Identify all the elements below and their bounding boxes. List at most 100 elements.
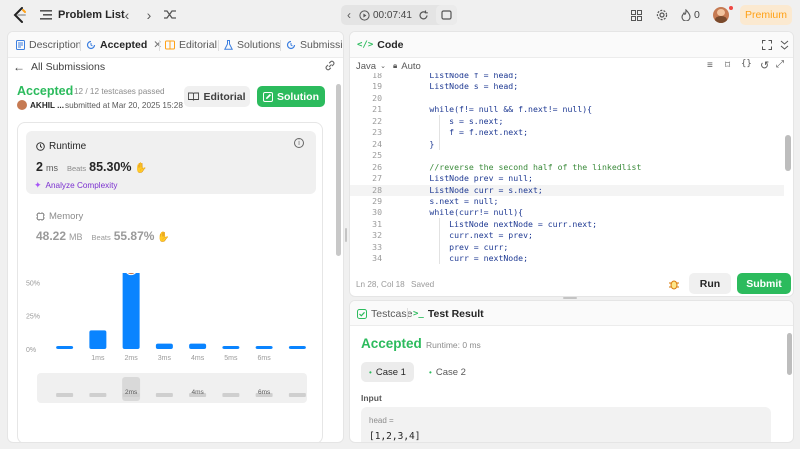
close-tab-icon[interactable]: ✕ — [153, 39, 162, 51]
runtime-beats: 85.30% — [89, 160, 132, 174]
info-icon[interactable]: i — [294, 138, 304, 148]
runtime-bar[interactable] — [122, 273, 140, 349]
tab-test-result[interactable]: >_ Test Result — [413, 301, 484, 326]
code-line[interactable]: 19 ListNode s = head; — [350, 81, 784, 93]
analyze-complexity-link[interactable]: ✦ Analyze Complexity — [34, 180, 117, 191]
code-line[interactable]: 18 ListNode f = head; — [350, 73, 784, 82]
code-line[interactable]: 23 f = f.next.next; — [350, 127, 784, 139]
submit-button[interactable]: Submit — [737, 273, 791, 294]
run-button[interactable]: Run — [689, 273, 731, 294]
runtime-box[interactable]: Runtime i 2 ms Beats 85.30% ✋ ✦ Analyze … — [26, 131, 316, 194]
note-button[interactable] — [436, 5, 457, 25]
user-avatar[interactable] — [17, 100, 27, 110]
horizontal-resize-handle[interactable] — [563, 297, 577, 299]
runtime-bar[interactable] — [155, 343, 173, 349]
code-line[interactable]: 26 //reverse the second half of the link… — [350, 162, 784, 174]
runtime-bar[interactable] — [89, 330, 107, 349]
code-text: s.next = null; — [390, 195, 499, 206]
bookmark-icon[interactable]: ⌑ — [725, 60, 730, 71]
line-number: 29 — [372, 195, 382, 206]
braces-icon[interactable]: {} — [741, 59, 752, 69]
maximize-icon[interactable] — [762, 40, 772, 50]
chevron-left-icon[interactable]: ‹ — [120, 7, 134, 23]
overview-bar — [155, 393, 173, 397]
link-icon[interactable] — [324, 60, 336, 71]
expand-icon[interactable]: ⤢ — [776, 59, 784, 70]
memory-stat[interactable]: 48.22 MB Beats 55.87% ✋ — [36, 229, 170, 243]
format-icon[interactable]: ≡ — [707, 60, 713, 71]
vertical-resize-handle[interactable] — [345, 228, 347, 242]
chevron-right-icon[interactable]: › — [142, 7, 156, 23]
checkbox-icon — [357, 308, 367, 319]
runtime-bar[interactable] — [222, 346, 240, 349]
tab-testcase[interactable]: Testcase — [357, 301, 412, 326]
tab-solutions[interactable]: Solutions — [224, 32, 280, 58]
language-label: Java — [356, 60, 377, 72]
list-icon — [40, 10, 52, 20]
range-overview[interactable] — [37, 373, 307, 403]
code-line[interactable]: 31 ListNode nextNode = curr.next; — [350, 219, 784, 231]
tab-solutions-label: Solutions — [237, 39, 281, 51]
code-line[interactable]: 33 prev = curr; — [350, 242, 784, 254]
y-tick-label: 25% — [26, 314, 40, 321]
left-scrollbar[interactable] — [336, 84, 341, 256]
tab-submissions[interactable]: Submissions — [286, 32, 343, 58]
editorial-button[interactable]: Editorial — [184, 86, 250, 107]
code-line[interactable]: 21 while(f!= null && f.next!= null){ — [350, 104, 784, 116]
runtime-bar[interactable] — [288, 346, 306, 349]
undo-icon[interactable]: ↺ — [760, 59, 769, 72]
code-line[interactable]: 27 ListNode prev = null; — [350, 173, 784, 185]
memory-header[interactable]: Memory — [36, 211, 83, 222]
solution-button[interactable]: Solution — [257, 86, 325, 107]
code-line[interactable]: 22 s = s.next; — [350, 116, 784, 128]
runtime-bar[interactable] — [255, 346, 273, 349]
line-number: 30 — [372, 207, 382, 218]
tab-editorial[interactable]: Editorial — [165, 32, 217, 58]
runtime-bar[interactable] — [189, 343, 207, 349]
chevron-left-icon[interactable]: ‹ — [341, 5, 357, 25]
problem-list-button[interactable]: Problem List — [40, 7, 125, 23]
submission-user[interactable]: AKHIL ... — [30, 101, 64, 110]
debug-bug-icon[interactable] — [668, 278, 680, 290]
stats-card: Runtime i 2 ms Beats 85.30% ✋ ✦ Analyze … — [17, 122, 323, 442]
clap-icon: ✋ — [134, 163, 147, 174]
result-scrollbar[interactable] — [787, 333, 792, 375]
case-1-tab[interactable]: • Case 1 — [361, 362, 414, 382]
tab-description[interactable]: Description — [16, 32, 82, 58]
code-line[interactable]: 20 — [350, 93, 784, 105]
tab-accepted[interactable]: Accepted ✕ — [86, 32, 162, 58]
auto-mode[interactable]: 🔒︎ Auto — [393, 61, 421, 72]
code-editor[interactable]: 18 ListNode f = head; 19 ListNode s = hea… — [350, 73, 790, 268]
runtime-unit: ms — [45, 163, 58, 173]
code-line[interactable]: 29 s.next = null; — [350, 196, 784, 208]
streak-counter[interactable]: 0 — [681, 8, 700, 22]
editorial-button-label: Editorial — [203, 90, 246, 103]
code-line[interactable]: 25 — [350, 150, 784, 162]
case-2-tab[interactable]: • Case 2 — [421, 362, 474, 382]
code-scrollbar[interactable] — [785, 135, 791, 171]
settings-gear-icon[interactable] — [656, 9, 668, 21]
line-number: 31 — [372, 218, 382, 229]
code-line[interactable]: 28 ListNode curr = s.next; — [350, 184, 784, 196]
premium-button[interactable]: Premium — [740, 5, 792, 25]
shuffle-icon[interactable] — [164, 9, 176, 20]
code-line[interactable]: 24 } — [350, 139, 784, 151]
runtime-bar[interactable] — [56, 346, 74, 349]
reset-icon[interactable] — [418, 10, 429, 21]
submission-status: Accepted — [17, 84, 74, 98]
user-avatar[interactable] — [713, 7, 729, 23]
tab-divider — [159, 40, 160, 51]
terminal-icon: >_ — [413, 308, 424, 319]
leetcode-logo-icon[interactable] — [13, 7, 27, 23]
timer-button[interactable]: 00:07:41 — [359, 5, 412, 25]
collapse-icon[interactable] — [780, 40, 789, 50]
language-select[interactable]: Java ⌄ — [356, 61, 386, 72]
all-submissions-link[interactable]: ← All Submissions — [13, 59, 105, 75]
code-line[interactable]: 30 while(curr!= null){ — [350, 207, 784, 219]
history-icon — [86, 40, 96, 50]
result-panel: Testcase >_ Test Result Accepted Runtime… — [349, 300, 794, 443]
code-line[interactable]: 32 curr.next = prev; — [350, 230, 784, 242]
code-line[interactable]: 34 curr = nextNode; — [350, 253, 784, 265]
layout-grid-icon[interactable] — [631, 10, 642, 21]
tab-code[interactable]: </> Code — [357, 32, 404, 58]
